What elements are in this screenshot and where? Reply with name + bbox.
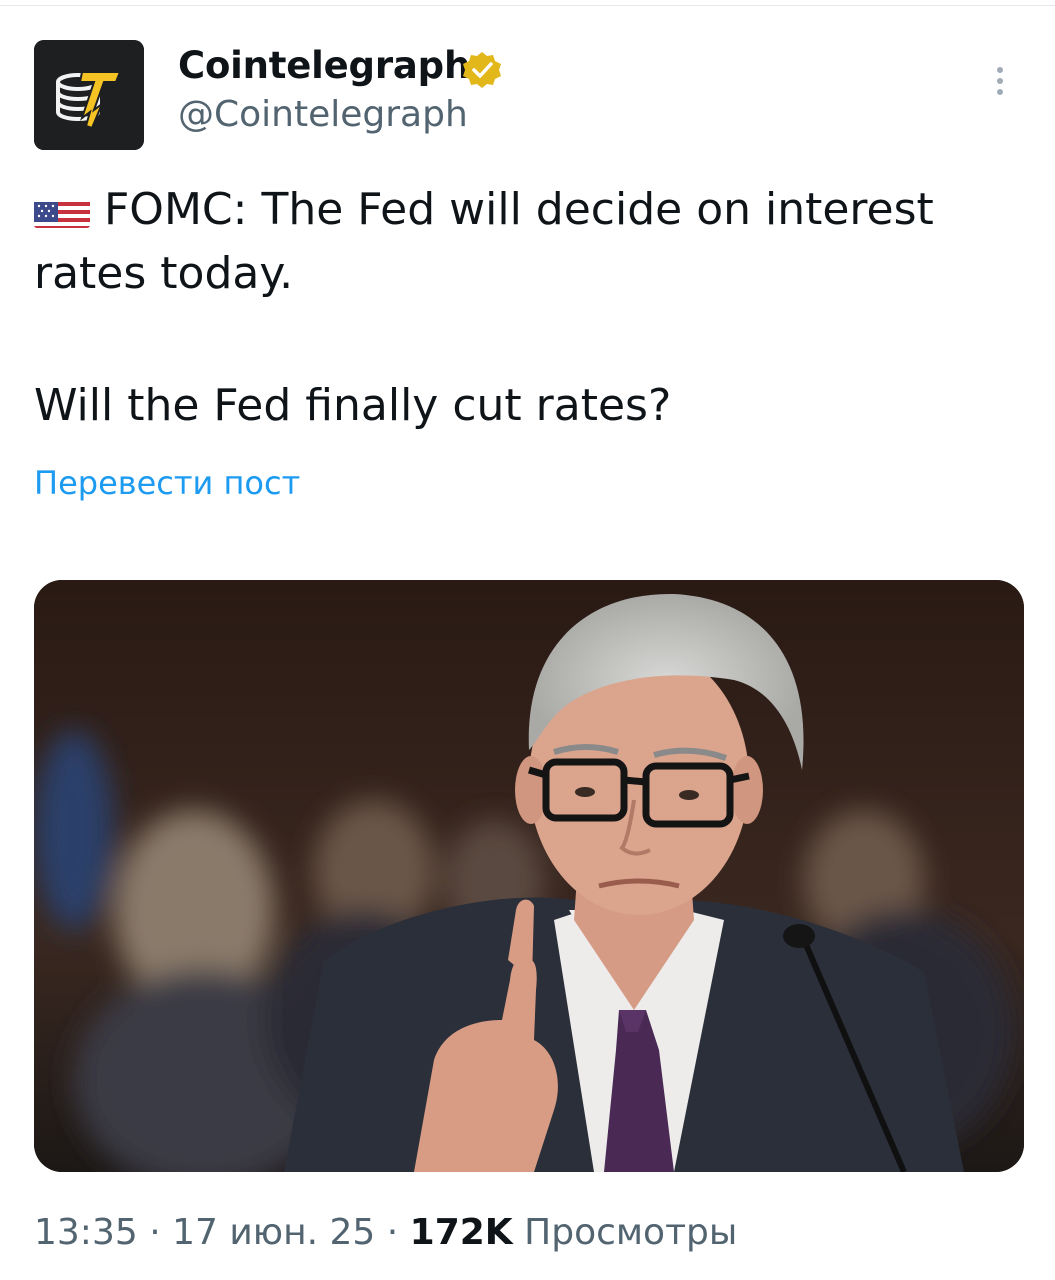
meta-separator: · [149,1212,161,1253]
views-label[interactable]: Просмотры [524,1212,737,1253]
tweet-line-2: Will the Fed finally cut rates? [34,380,672,431]
meta-separator: · [386,1212,399,1253]
tweet-meta: 13:35 · 17 июн. 25 · 172K Просмотры [34,1212,737,1253]
tweet-time[interactable]: 13:35 [34,1212,138,1253]
tweet-line-1: FOMC: The Fed will decide on interest ra… [34,184,934,299]
tweet-photo[interactable] [34,580,1024,1172]
avatar[interactable] [34,40,144,150]
us-flag-icon [34,192,90,228]
views-count[interactable]: 172K [410,1212,513,1253]
author-name[interactable]: Cointelegraph [178,44,470,87]
author-handle[interactable]: @Cointelegraph [178,94,468,135]
photo-image [34,580,1024,1172]
top-divider [0,5,1055,6]
verified-badge-icon [463,52,501,88]
tweet-date[interactable]: 17 июн. 25 [172,1212,375,1253]
cointelegraph-logo-icon [34,40,144,150]
tweet-text: FOMC: The Fed will decide on interest ra… [34,178,1024,438]
more-options-icon[interactable] [988,64,1012,104]
translate-post-link[interactable]: Перевести пост [34,464,300,502]
